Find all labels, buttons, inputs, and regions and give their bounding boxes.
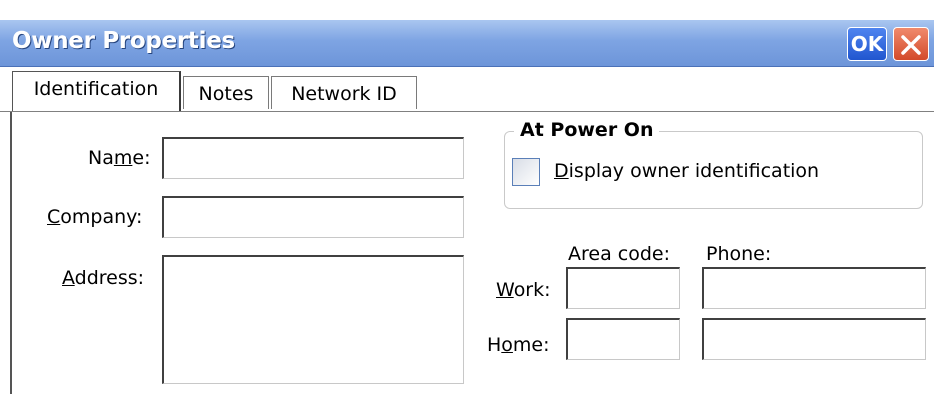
- work-area-code-field[interactable]: [566, 267, 680, 309]
- work-phone-field[interactable]: [702, 267, 926, 309]
- address-label: Address:: [62, 267, 145, 289]
- tab-label: Network ID: [291, 83, 397, 105]
- name-field[interactable]: [162, 137, 464, 179]
- tab-bar: Identification Notes Network ID: [0, 67, 934, 115]
- home-phone-field[interactable]: [702, 318, 926, 360]
- window-title: Owner Properties: [12, 28, 235, 54]
- ok-button[interactable]: OK: [847, 27, 887, 61]
- title-bar: Owner Properties: [0, 20, 934, 67]
- company-label: Company:: [47, 206, 143, 228]
- home-area-code-field[interactable]: [566, 318, 680, 360]
- phone-header: Phone:: [706, 243, 772, 265]
- close-button[interactable]: [893, 27, 929, 61]
- area-code-header: Area code:: [568, 243, 670, 265]
- tab-label: Notes: [198, 83, 254, 105]
- tab-identification[interactable]: Identification: [12, 71, 181, 111]
- tab-label: Identification: [33, 78, 159, 100]
- company-field[interactable]: [162, 196, 464, 238]
- close-icon: [901, 35, 921, 55]
- work-label: Work:: [496, 279, 551, 301]
- home-label: Home:: [487, 334, 550, 356]
- name-label: Name:: [88, 147, 151, 169]
- tab-notes[interactable]: Notes: [183, 76, 269, 109]
- address-field[interactable]: [162, 255, 464, 384]
- group-title: At Power On: [514, 119, 660, 141]
- top-strip: [0, 0, 934, 20]
- panel-border: [10, 112, 12, 394]
- tab-network-id[interactable]: Network ID: [271, 76, 417, 109]
- display-owner-id-checkbox[interactable]: [512, 158, 540, 186]
- display-owner-id-label[interactable]: Display owner identification: [554, 160, 819, 182]
